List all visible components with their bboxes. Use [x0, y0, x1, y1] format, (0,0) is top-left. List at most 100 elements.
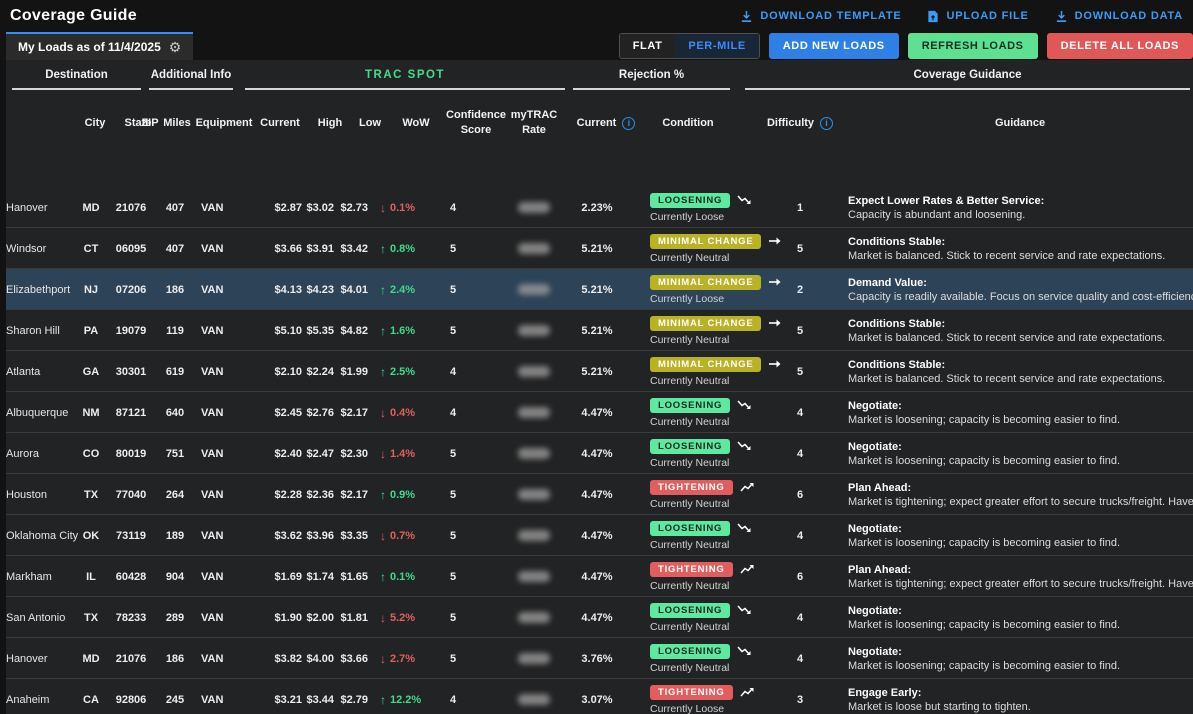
guidance-description: Market is tightening; expect greater eff…: [848, 578, 1193, 590]
info-icon[interactable]: i: [820, 117, 833, 130]
cell-rejection-current: 3.07%: [566, 679, 628, 714]
table-row[interactable]: HoustonTX77040264VAN$2.28$2.36$2.17↑0.9%…: [0, 474, 1193, 515]
table-row[interactable]: AlbuquerqueNM87121640VAN$2.45$2.76$2.17↓…: [0, 392, 1193, 433]
cell-miles: 186: [153, 269, 197, 310]
table-row[interactable]: AtlantaGA30301619VAN$2.10$2.24$1.99↑2.5%…: [0, 351, 1193, 392]
download-data-link[interactable]: DOWNLOAD DATA: [1055, 10, 1183, 23]
delete-all-loads-button[interactable]: DELETE ALL LOADS: [1047, 33, 1193, 59]
guidance-title: Negotiate:: [848, 646, 1193, 658]
info-icon[interactable]: i: [622, 117, 635, 130]
cell-state: NM: [73, 392, 109, 433]
cell-miles: 904: [153, 556, 197, 597]
guidance-description: Market is loosening; capacity is becomin…: [848, 660, 1193, 672]
cell-wow: ↓0.1%: [380, 187, 432, 228]
table-row[interactable]: ElizabethportNJ07206186VAN$4.13$4.23$4.0…: [0, 269, 1193, 310]
cell-mytrac-rate: [505, 433, 563, 474]
cell-rejection-current: 5.21%: [566, 269, 628, 310]
cell-equipment: VAN: [201, 515, 251, 556]
cell-condition: LOOSENINGCurrently Neutral: [650, 392, 790, 433]
cell-difficulty: 5: [780, 228, 820, 269]
group-header-destination: Destination: [12, 69, 141, 81]
cell-miles: 751: [153, 433, 197, 474]
vertical-scrollbar[interactable]: [0, 60, 6, 714]
table-row[interactable]: MarkhamIL60428904VAN$1.69$1.74$1.65↑0.1%…: [0, 556, 1193, 597]
toolbar: My Loads as of 11/4/2025 ⚙ FLAT PER-MILE…: [0, 32, 1193, 60]
cell-confidence-score: 5: [426, 433, 480, 474]
table-row[interactable]: Oklahoma CityOK73119189VAN$3.62$3.96$3.3…: [0, 515, 1193, 556]
condition-subtext: Currently Neutral: [650, 498, 755, 510]
table-row[interactable]: San AntonioTX78233289VAN$1.90$2.00$1.81↓…: [0, 597, 1193, 638]
gear-icon[interactable]: ⚙: [169, 40, 182, 54]
mytrac-rate-blurred-value: [518, 202, 550, 213]
guidance-title: Negotiate:: [848, 400, 1193, 412]
per-mile-toggle-button[interactable]: PER-MILE: [675, 34, 758, 58]
group-header-coverage-guidance: Coverage Guidance: [745, 69, 1190, 81]
condition-badge: LOOSENING: [650, 193, 730, 208]
cell-condition: LOOSENINGCurrently Loose: [650, 187, 790, 228]
cell-zip: 21076: [110, 638, 152, 679]
cell-guidance: Negotiate:Market is loosening; capacity …: [848, 515, 1193, 556]
cell-trac-current: $2.10: [250, 351, 302, 392]
cell-trac-low: $1.81: [336, 597, 368, 638]
cell-guidance: Conditions Stable:Market is balanced. St…: [848, 228, 1193, 269]
cell-miles: 189: [153, 515, 197, 556]
trend-up-icon: [740, 563, 755, 575]
mytrac-rate-blurred-value: [518, 694, 550, 705]
condition-subtext: Currently Neutral: [650, 375, 782, 387]
cell-guidance: Plan Ahead:Market is tightening; expect …: [848, 474, 1193, 515]
cell-state: GA: [73, 351, 109, 392]
cell-miles: 264: [153, 474, 197, 515]
guidance-description: Market is loosening; capacity is becomin…: [848, 455, 1193, 467]
refresh-loads-button[interactable]: REFRESH LOADS: [908, 33, 1038, 59]
cell-difficulty: 1: [780, 187, 820, 228]
cell-condition: MINIMAL CHANGECurrently Neutral: [650, 310, 790, 351]
group-underline: [573, 88, 730, 90]
cell-wow: ↑12.2%: [380, 679, 432, 714]
cell-trac-current: $2.40: [250, 433, 302, 474]
column-header-guidance: Guidance: [940, 92, 1100, 154]
group-header-additional-info: Additional Info: [149, 69, 233, 81]
cell-mytrac-rate: [505, 638, 563, 679]
tab-my-loads[interactable]: My Loads as of 11/4/2025 ⚙: [6, 32, 193, 60]
cell-rejection-current: 5.21%: [566, 351, 628, 392]
table-row[interactable]: Sharon HillPA19079119VAN$5.10$5.35$4.82↑…: [0, 310, 1193, 351]
cell-difficulty: 4: [780, 597, 820, 638]
condition-badge: LOOSENING: [650, 439, 730, 454]
cell-trac-low: $2.17: [336, 392, 368, 433]
mytrac-rate-blurred-value: [518, 448, 550, 459]
cell-equipment: VAN: [201, 187, 251, 228]
table-row[interactable]: WindsorCT06095407VAN$3.66$3.91$3.42↑0.8%…: [0, 228, 1193, 269]
cell-guidance: Negotiate:Market is loosening; capacity …: [848, 433, 1193, 474]
arrow-up-icon: ↑: [380, 693, 386, 707]
cell-rejection-current: 4.47%: [566, 556, 628, 597]
top-links: DOWNLOAD TEMPLATE UPLOAD FILE DOWNLOAD D…: [740, 10, 1183, 23]
cell-equipment: VAN: [201, 351, 251, 392]
cell-condition: LOOSENING Currently Neutral: [650, 433, 790, 474]
column-header-difficulty: Difficulty i: [752, 92, 848, 154]
table-row[interactable]: AnaheimCA92806245VAN$3.21$3.44$2.79↑12.2…: [0, 679, 1193, 714]
cell-condition: LOOSENINGCurrently Neutral: [650, 638, 790, 679]
cell-guidance: Conditions Stable:Market is balanced. St…: [848, 351, 1193, 392]
trend-down-icon: [737, 399, 752, 411]
guidance-description: Capacity is readily available. Focus on …: [848, 291, 1193, 303]
cell-mytrac-rate: [505, 269, 563, 310]
table-row[interactable]: AuroraCO80019751VAN$2.40$2.47$2.30↓1.4%5…: [0, 433, 1193, 474]
condition-subtext: Currently Neutral: [650, 457, 752, 469]
flat-toggle-button[interactable]: FLAT: [620, 34, 676, 58]
cell-miles: 289: [153, 597, 197, 638]
column-header-condition: Condition: [640, 92, 736, 154]
cell-rejection-current: 2.23%: [566, 187, 628, 228]
download-template-link[interactable]: DOWNLOAD TEMPLATE: [740, 10, 901, 23]
tab-my-loads-label: My Loads as of 11/4/2025: [18, 40, 161, 54]
cell-trac-low: $2.30: [336, 433, 368, 474]
add-new-loads-button[interactable]: ADD NEW LOADS: [769, 33, 899, 59]
upload-file-link[interactable]: UPLOAD FILE: [927, 10, 1028, 23]
cell-miles: 407: [153, 187, 197, 228]
cell-zip: 78233: [110, 597, 152, 638]
cell-condition: TIGHTENINGCurrently Neutral: [650, 474, 790, 515]
condition-badge: MINIMAL CHANGE: [650, 234, 761, 249]
cell-mytrac-rate: [505, 351, 563, 392]
table-row[interactable]: HanoverMD21076407VAN$2.87$3.02$2.73↓0.1%…: [0, 187, 1193, 228]
table-row[interactable]: HanoverMD21076186VAN$3.82$4.00$3.66↓2.7%…: [0, 638, 1193, 679]
cell-trac-low: $3.42: [336, 228, 368, 269]
